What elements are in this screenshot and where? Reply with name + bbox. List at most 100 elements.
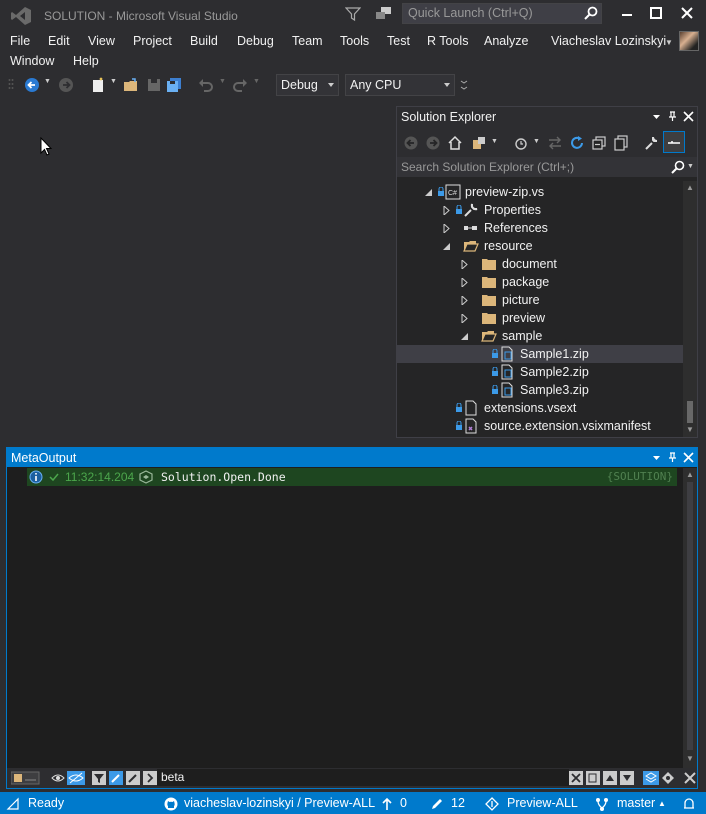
navigate-forward-icon[interactable] [58, 77, 74, 93]
chevron-up-icon[interactable]: ▲ [658, 799, 666, 808]
expand-entry-icon[interactable] [47, 470, 61, 484]
window-position-icon[interactable] [651, 111, 662, 122]
pending-changes-filter-icon[interactable] [513, 135, 529, 151]
menu-r-tools[interactable]: R Tools [427, 34, 468, 48]
feedback-icon[interactable] [375, 6, 393, 22]
account-name[interactable]: Viacheslav Lozinskyi [551, 34, 666, 48]
expand-arrow-icon[interactable] [461, 296, 469, 305]
home-icon[interactable] [447, 135, 463, 151]
menu-analyze[interactable]: Analyze [484, 34, 528, 48]
tree-node-file-manifest[interactable]: source.extension.vsixmanifest [397, 417, 683, 435]
open-file-icon[interactable] [123, 77, 139, 93]
minimize-icon[interactable] [620, 6, 634, 20]
meta-output-scrollbar[interactable]: ▲ ▼ [683, 468, 697, 768]
redo-icon[interactable] [232, 77, 248, 93]
edit-filter-icon[interactable] [109, 771, 123, 785]
menu-project[interactable]: Project [133, 34, 172, 48]
scroll-down-icon[interactable]: ▼ [686, 425, 694, 434]
chevron-down-icon[interactable]: ▼ [687, 163, 694, 170]
chevron-down-icon[interactable]: ▼ [491, 138, 507, 154]
arrow-up-icon[interactable] [380, 797, 394, 811]
branch-name[interactable]: master [617, 796, 655, 810]
tree-node-folder-picture[interactable]: picture [397, 291, 683, 309]
project-icon[interactable] [485, 797, 499, 811]
switch-views-icon[interactable] [471, 135, 487, 151]
expand-arrow-icon[interactable] [443, 206, 451, 215]
collapse-all-icon[interactable] [591, 135, 607, 151]
tree-node-folder-preview[interactable]: preview [397, 309, 683, 327]
platform-dropdown[interactable]: Any CPU [345, 74, 455, 96]
sync-with-document-icon[interactable] [547, 135, 563, 151]
window-position-icon[interactable] [651, 452, 662, 463]
menu-debug[interactable]: Debug [237, 34, 274, 48]
new-project-icon[interactable] [90, 77, 106, 93]
close-icon[interactable] [683, 111, 694, 122]
git-branch-icon[interactable] [595, 797, 609, 811]
tree-node-file-sample2[interactable]: Sample2.zip [397, 363, 683, 381]
tree-node-file-sample3[interactable]: Sample3.zip [397, 381, 683, 399]
properties-wrench-icon[interactable] [643, 135, 659, 151]
chevron-down-icon[interactable]: ▼ [665, 38, 673, 47]
github-icon[interactable] [164, 797, 178, 811]
solution-explorer-scrollbar[interactable]: ▲ ▼ [683, 181, 697, 437]
repository-name[interactable]: viacheslav-lozinskyi / Preview-ALL [184, 796, 375, 810]
pending-changes-count[interactable]: 12 [451, 796, 465, 810]
settings-icon[interactable] [661, 771, 675, 785]
configuration-dropdown[interactable]: Debug [276, 74, 339, 96]
tree-node-file-sample1[interactable]: Sample1.zip [397, 345, 683, 363]
menu-tools[interactable]: Tools [340, 34, 369, 48]
tree-node-folder-document[interactable]: document [397, 255, 683, 273]
expand-arrow-icon[interactable] [443, 224, 451, 233]
project-name[interactable]: Preview-ALL [507, 796, 578, 810]
preview-selected-items-icon[interactable] [663, 131, 685, 153]
avatar[interactable] [679, 31, 699, 51]
show-all-files-icon[interactable] [613, 135, 629, 151]
pin-icon[interactable] [667, 452, 678, 463]
expand-arrow-icon[interactable] [461, 278, 469, 287]
menu-test[interactable]: Test [387, 34, 410, 48]
solution-explorer-search-input[interactable]: Search Solution Explorer (Ctrl+;) [397, 157, 697, 177]
output-entry[interactable]: 11:32:14.204 Solution.Open.Done {SOLUTIO… [27, 468, 677, 486]
scrollbar-thumb[interactable] [687, 401, 693, 423]
chevron-right-icon[interactable] [143, 771, 157, 785]
layers-icon[interactable] [643, 771, 659, 785]
expand-arrow-icon[interactable] [461, 260, 469, 269]
notifications-icon[interactable] [682, 797, 696, 811]
close-filter-icon[interactable] [683, 771, 697, 785]
copy-icon[interactable] [586, 771, 600, 785]
navigate-back-icon[interactable] [24, 77, 40, 93]
menu-file[interactable]: File [10, 34, 30, 48]
show-visible-icon[interactable] [51, 771, 65, 785]
chevron-down-icon[interactable]: ▼ [253, 78, 269, 94]
search-icon[interactable] [584, 6, 598, 20]
menu-view[interactable]: View [88, 34, 115, 48]
collapse-arrow-icon[interactable] [443, 242, 451, 251]
filter-icon[interactable] [92, 771, 106, 785]
menu-help[interactable]: Help [73, 54, 99, 68]
scroll-down-icon[interactable] [620, 771, 634, 785]
maximize-icon[interactable] [649, 6, 663, 20]
scroll-up-icon[interactable]: ▲ [686, 183, 694, 192]
scroll-down-icon[interactable]: ▼ [686, 754, 694, 763]
menu-team[interactable]: Team [292, 34, 323, 48]
filter-input[interactable]: beta [157, 769, 569, 786]
clear-filter-icon[interactable] [569, 771, 583, 785]
collapse-arrow-icon[interactable] [461, 332, 469, 341]
collapse-arrow-icon[interactable] [425, 188, 433, 197]
tree-node-references[interactable]: References [397, 219, 683, 237]
forward-icon[interactable] [425, 135, 441, 151]
tree-node-folder-package[interactable]: package [397, 273, 683, 291]
save-icon[interactable] [146, 77, 162, 93]
trace-level-icon[interactable] [11, 771, 41, 785]
notification-filter-icon[interactable] [345, 6, 361, 22]
scroll-up-icon[interactable] [603, 771, 617, 785]
tree-node-folder-resource[interactable]: resource [397, 237, 683, 255]
brush-icon[interactable] [126, 771, 140, 785]
scroll-up-icon[interactable]: ▲ [686, 470, 694, 479]
toolbar-grip-icon[interactable] [8, 77, 14, 93]
search-icon[interactable] [671, 160, 685, 174]
scrollbar-thumb[interactable] [687, 482, 693, 750]
menu-window[interactable]: Window [10, 54, 54, 68]
menu-build[interactable]: Build [190, 34, 218, 48]
unpushed-commits-count[interactable]: 0 [400, 796, 407, 810]
